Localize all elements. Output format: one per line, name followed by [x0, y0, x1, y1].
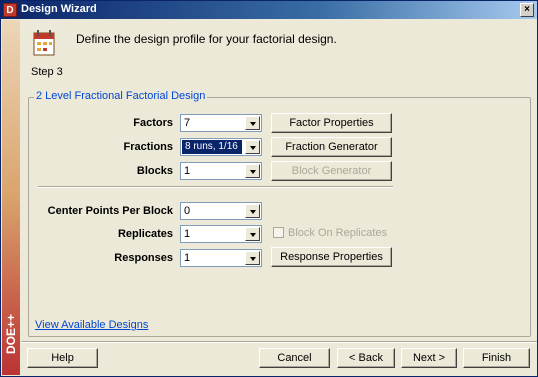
fraction-generator-button[interactable]: Fraction Generator	[271, 137, 392, 157]
title-bar: D Design Wizard ×	[1, 1, 537, 19]
block-generator-button[interactable]: Block Generator	[271, 161, 392, 181]
responses-label: Responses	[114, 252, 173, 264]
fractions-value: 8 runs, 1/16	[185, 141, 238, 152]
factors-label: Factors	[133, 117, 173, 129]
doe-logo: DOE++	[4, 313, 18, 355]
help-button[interactable]: Help	[27, 348, 98, 368]
back-button[interactable]: < Back	[337, 348, 395, 368]
chevron-down-icon[interactable]	[245, 251, 260, 265]
next-button[interactable]: Next >	[401, 348, 457, 368]
close-button[interactable]: ×	[520, 3, 534, 17]
block-on-replicates-label: Block On Replicates	[288, 227, 388, 239]
replicates-value: 1	[184, 228, 191, 240]
sidebar-banner: DOE++	[2, 20, 20, 375]
calendar-icon	[32, 29, 58, 59]
window-title: Design Wizard	[21, 3, 97, 15]
chevron-down-icon[interactable]	[245, 204, 260, 218]
responses-combo[interactable]: 1	[180, 249, 262, 267]
chevron-down-icon[interactable]	[245, 140, 260, 154]
factors-combo[interactable]: 7	[180, 114, 262, 132]
step-label: Step 3	[31, 66, 63, 78]
chevron-down-icon[interactable]	[245, 116, 260, 130]
group-title: 2 Level Fractional Factorial Design	[34, 90, 208, 102]
design-groupbox	[28, 97, 531, 337]
center-points-value: 0	[184, 205, 191, 217]
cancel-button[interactable]: Cancel	[259, 348, 330, 368]
app-icon: D	[3, 3, 17, 17]
selection-highlight: 8 runs, 1/16	[182, 140, 242, 154]
blocks-combo[interactable]: 1	[180, 162, 262, 180]
replicates-combo[interactable]: 1	[180, 225, 262, 243]
footer-divider	[21, 341, 537, 343]
block-on-replicates-checkbox[interactable]	[273, 227, 284, 238]
replicates-label: Replicates	[117, 228, 173, 240]
finish-button[interactable]: Finish	[463, 348, 530, 368]
fractions-label: Fractions	[123, 141, 173, 153]
factors-value: 7	[184, 117, 191, 129]
center-points-label: Center Points Per Block	[47, 205, 173, 217]
factor-properties-button[interactable]: Factor Properties	[271, 113, 392, 133]
blocks-value: 1	[184, 165, 191, 177]
responses-value: 1	[184, 252, 191, 264]
design-wizard-window: D Design Wizard × DOE++ Define the desig…	[0, 0, 538, 377]
chevron-down-icon[interactable]	[245, 164, 260, 178]
view-available-designs-link[interactable]: View Available Designs	[35, 319, 148, 331]
response-properties-button[interactable]: Response Properties	[271, 247, 392, 267]
fractions-combo[interactable]: 8 runs, 1/16	[180, 138, 262, 156]
instruction-text: Define the design profile for your facto…	[76, 32, 337, 46]
center-points-combo[interactable]: 0	[180, 202, 262, 220]
form-divider	[38, 186, 393, 188]
blocks-label: Blocks	[136, 165, 173, 177]
chevron-down-icon[interactable]	[245, 227, 260, 241]
